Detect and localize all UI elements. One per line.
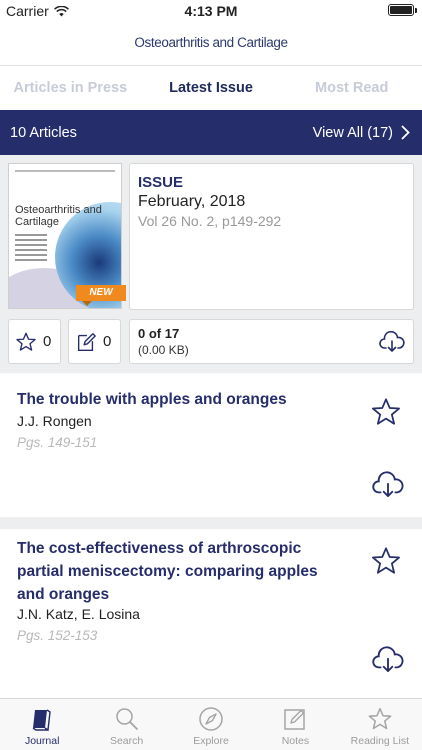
article-count-label: 10 Articles (10, 124, 77, 141)
issue-download-box[interactable]: 0 of 17 (0.00 KB) (129, 319, 414, 364)
download-status: 0 of 17 (0.00 KB) (138, 326, 189, 357)
tab-articles-in-press[interactable]: Articles in Press (0, 66, 141, 110)
cloud-download-icon[interactable] (372, 645, 404, 675)
cloud-download-icon[interactable] (372, 470, 404, 500)
list-separator (0, 517, 422, 529)
tabbar-label: Notes (281, 735, 310, 747)
issue-section: Osteoarthritis and Cartilage NEW ISSUE F… (0, 155, 422, 373)
tabbar-search[interactable]: Search (84, 699, 168, 750)
issue-date: February, 2018 (138, 193, 246, 210)
issue-info-card[interactable]: ISSUE February, 2018 Vol 26 No. 2, p149-… (129, 163, 414, 310)
status-time: 4:13 PM (184, 3, 238, 19)
article-authors: J.J. Rongen (17, 413, 92, 429)
article-item[interactable]: The cost-effectiveness of arthroscopic p… (0, 529, 422, 699)
tabbar-label: Journal (24, 735, 60, 747)
download-count: 0 of 17 (138, 326, 180, 341)
star-icon[interactable] (370, 396, 402, 428)
tabbar-explore[interactable]: Explore (169, 699, 253, 750)
issue-star-button[interactable]: 0 (8, 319, 61, 364)
star-icon (16, 332, 36, 351)
compass-icon (199, 707, 223, 731)
star-count: 0 (43, 333, 52, 350)
articles-banner: 10 Articles View All (17) (0, 110, 422, 155)
segment-tabs: Articles in Press Latest Issue Most Read (0, 66, 422, 110)
tabbar-notes[interactable]: Notes (253, 699, 337, 750)
bottom-tab-bar: Journal Search Explore Notes Reading Lis… (0, 698, 422, 750)
edit-note-icon (77, 332, 96, 351)
view-all-label: View All (17) (312, 124, 393, 141)
issue-kind: ISSUE (138, 174, 184, 191)
notes-icon (284, 709, 306, 730)
status-bar: Carrier 4:13 PM (0, 0, 422, 22)
battery-icon (388, 4, 417, 16)
star-icon (368, 707, 392, 730)
note-count: 0 (103, 333, 112, 350)
article-item[interactable]: The trouble with apples and oranges J.J.… (0, 373, 422, 517)
tab-most-read[interactable]: Most Read (281, 66, 422, 110)
view-all-button[interactable]: View All (17) (313, 125, 410, 141)
tabbar-label: Search (109, 735, 144, 747)
article-pages: Pgs. 152-153 (17, 628, 98, 643)
article-title[interactable]: The cost-effectiveness of arthroscopic p… (17, 537, 347, 606)
tabbar-reading-list[interactable]: Reading List (338, 699, 422, 750)
cloud-download-icon (379, 330, 405, 352)
article-title[interactable]: The trouble with apples and oranges (17, 388, 347, 411)
issue-volume: Vol 26 No. 2, p149-292 (138, 213, 282, 229)
article-authors: J.N. Katz, E. Losina (17, 606, 140, 622)
journal-logo: Osteoarthritis and Cartilage (134, 35, 288, 50)
article-pages: Pgs. 149-151 (17, 435, 98, 450)
tabbar-label: Explore (193, 735, 229, 747)
download-size: (0.00 KB) (138, 343, 189, 357)
cover-title: Osteoarthritis and Cartilage (15, 204, 102, 228)
new-badge: NEW (76, 285, 126, 306)
app-header: Osteoarthritis and Cartilage (0, 22, 422, 66)
tabbar-journal[interactable]: Journal (0, 699, 84, 750)
issue-notes-button[interactable]: 0 (68, 319, 121, 364)
tabbar-label: Reading List (350, 735, 410, 747)
search-icon (115, 708, 138, 730)
star-icon[interactable] (370, 545, 402, 577)
tab-latest-issue[interactable]: Latest Issue (141, 66, 282, 110)
chevron-right-icon (401, 125, 410, 140)
journal-icon (32, 709, 51, 732)
